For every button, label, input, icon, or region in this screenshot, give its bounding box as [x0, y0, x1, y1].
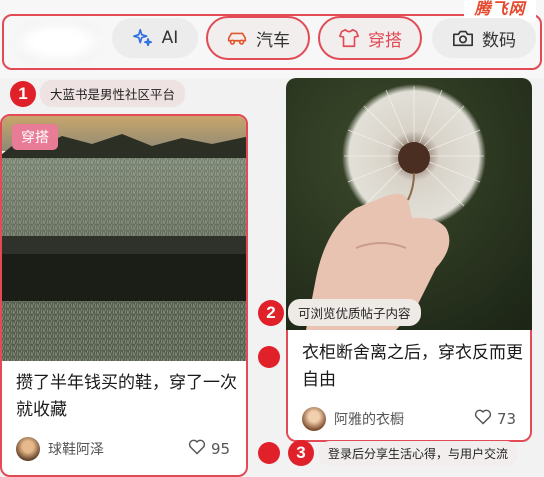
callout-number: 2: [258, 299, 284, 326]
callout-3: 3 登录后分享生活心得，与用户交流: [288, 440, 519, 466]
author-name: 球鞋阿泽: [48, 442, 104, 458]
avatar: [16, 437, 40, 461]
like-button[interactable]: 73: [474, 409, 516, 429]
callout-number: 1: [10, 80, 36, 107]
sparkle-icon: [132, 27, 154, 49]
heart-icon: [188, 439, 206, 459]
avatar: [302, 407, 326, 431]
post-author[interactable]: 球鞋阿泽: [16, 437, 104, 461]
category-label: 数码: [482, 30, 516, 51]
category-chip-outfit[interactable]: 穿搭: [318, 16, 422, 60]
marker-dot: [258, 442, 280, 464]
callout-text: 登录后分享生活心得，与用户交流: [318, 440, 519, 466]
post-card-right-image[interactable]: [286, 78, 532, 330]
marker-dot: [258, 346, 280, 368]
category-chip-digital[interactable]: 数码: [432, 18, 536, 58]
callout-2: 2 可浏览优质帖子内容: [258, 299, 421, 326]
like-count: 95: [211, 440, 231, 458]
category-label: AI: [161, 28, 179, 48]
callout-number: 3: [288, 440, 314, 466]
callout-1: 1 大蓝书是男性社区平台: [10, 80, 186, 107]
author-name: 阿雅的衣橱: [334, 412, 404, 428]
post-author[interactable]: 阿雅的衣橱: [302, 407, 404, 431]
post-title: 衣柜断舍离之后，穿衣反而更自由: [302, 343, 523, 390]
post-card-right[interactable]: 衣柜断舍离之后，穿衣反而更自由 阿雅的衣橱 73: [286, 330, 532, 442]
category-label: 汽车: [256, 30, 290, 51]
category-bar: 腾飞网 AI 汽车 穿搭 数码: [0, 0, 544, 78]
post-card-left[interactable]: 穿搭 攒了半年钱买的鞋，穿了一次就收藏 球鞋阿泽 95: [0, 114, 248, 477]
post-image-dandelion: [286, 78, 532, 330]
like-button[interactable]: 95: [188, 439, 230, 459]
post-image-field: [2, 116, 246, 361]
callout-text: 可浏览优质帖子内容: [288, 299, 421, 326]
post-category-tag: 穿搭: [12, 124, 58, 150]
category-label: 穿搭: [368, 30, 402, 51]
feed: 穿搭 攒了半年钱买的鞋，穿了一次就收藏 球鞋阿泽 95 衣柜断舍离之后，穿衣反而…: [0, 78, 544, 477]
category-chip-ai[interactable]: AI: [112, 18, 198, 58]
category-chip-car[interactable]: 汽车: [206, 16, 310, 60]
camera-icon: [452, 28, 474, 48]
callout-text: 大蓝书是男性社区平台: [40, 80, 186, 107]
car-icon: [226, 28, 248, 48]
blurred-category-chip[interactable]: [14, 22, 102, 62]
heart-icon: [474, 409, 492, 429]
shirt-icon: [338, 27, 360, 49]
post-title: 攒了半年钱买的鞋，穿了一次就收藏: [16, 373, 237, 420]
like-count: 73: [497, 410, 517, 428]
